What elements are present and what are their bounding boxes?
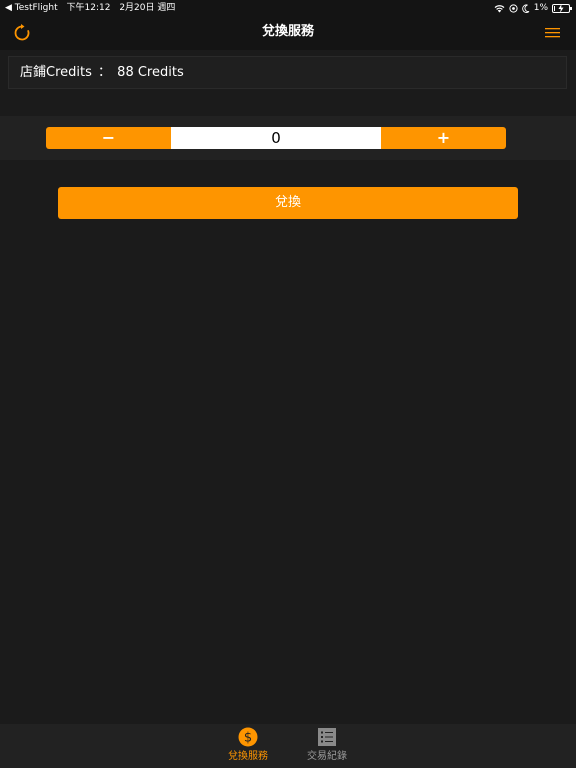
tab-label: 交易紀錄 <box>307 751 347 762</box>
status-time: 下午12:12 <box>66 3 111 13</box>
hamburger-menu-icon[interactable] <box>544 25 562 41</box>
navigation-bar: 兌換服務 <box>0 16 576 50</box>
status-bar: ◀ TestFlight 下午12:12 2月20日 週四 1% <box>0 0 576 16</box>
quantity-stepper: − 0 + <box>46 127 506 149</box>
credits-value: 88 Credits <box>117 65 184 80</box>
page-title: 兌換服務 <box>261 24 314 39</box>
decrement-button[interactable]: − <box>46 127 171 149</box>
location-lock-icon <box>509 3 518 13</box>
credits-panel: 店鋪Credits ： 88 Credits <box>8 56 567 89</box>
status-left: ◀ TestFlight 下午12:12 2月20日 週四 <box>5 0 181 16</box>
list-icon <box>318 728 336 746</box>
exchange-button[interactable]: 兌換 <box>58 187 518 219</box>
moon-icon <box>522 3 530 13</box>
app-screen: ◀ TestFlight 下午12:12 2月20日 週四 1% 兌換服務 店鋪… <box>0 0 576 768</box>
svg-text:$: $ <box>244 731 252 746</box>
status-date: 2月20日 週四 <box>119 3 176 13</box>
quantity-section: − 0 + <box>0 116 576 160</box>
credits-label: 店鋪Credits <box>20 65 92 80</box>
tab-label: 兌換服務 <box>228 751 268 762</box>
tab-exchange-service[interactable]: $ 兌換服務 <box>218 727 278 763</box>
increment-button[interactable]: + <box>381 127 506 149</box>
dollar-coin-icon: $ <box>238 727 258 747</box>
tab-bar: $ 兌換服務 交易紀錄 <box>0 724 576 768</box>
back-to-app-link[interactable]: ◀ TestFlight <box>5 3 58 13</box>
tab-transaction-history[interactable]: 交易紀錄 <box>297 727 357 763</box>
battery-percent: 1% <box>533 3 548 13</box>
quantity-value[interactable]: 0 <box>171 127 381 149</box>
battery-icon <box>552 3 572 13</box>
status-right: 1% <box>494 0 572 16</box>
credits-line: 店鋪Credits ： 88 Credits <box>20 57 186 88</box>
credits-separator: ： <box>98 65 112 80</box>
wifi-icon <box>494 4 505 12</box>
